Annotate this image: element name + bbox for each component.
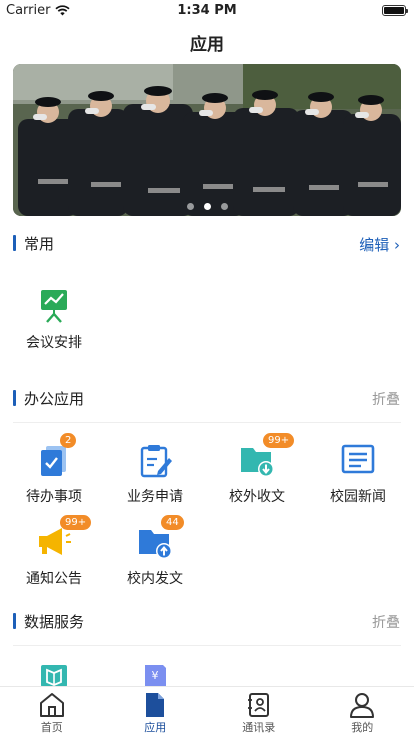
banner-image <box>13 64 401 216</box>
data-section-header: 数据服务 折叠 <box>0 611 414 633</box>
office-section-title: 办公应用 <box>24 390 85 408</box>
tab-profile[interactable]: 我的 <box>311 687 414 736</box>
battery-fill <box>384 7 404 14</box>
internal-documents-badge: 44 <box>161 515 184 530</box>
section-marker <box>13 390 16 406</box>
app-label: 业务申请 <box>127 489 183 505</box>
meeting-board-icon <box>36 288 72 324</box>
divider <box>13 645 401 646</box>
tab-bar: 首页 应用 通讯录 我的 <box>0 686 414 736</box>
app-label: 通知公告 <box>26 571 82 587</box>
status-bar: Carrier 1:34 PM <box>0 0 414 22</box>
banner-carousel[interactable] <box>13 64 401 216</box>
home-icon <box>39 692 65 718</box>
profile-icon <box>349 692 375 718</box>
app-label: 会议安排 <box>26 335 82 351</box>
tab-label: 应用 <box>144 721 167 734</box>
app-label: 校内发文 <box>127 571 183 587</box>
battery-icon <box>382 5 408 16</box>
todo-icon: 2 <box>36 433 77 478</box>
apps-icon <box>142 692 168 718</box>
section-marker <box>13 613 16 629</box>
carousel-dot[interactable] <box>203 203 211 210</box>
carousel-dot[interactable] <box>186 203 194 210</box>
contacts-icon <box>246 692 272 718</box>
clipboard-edit-icon <box>137 442 173 478</box>
app-campus-news[interactable]: 校园新闻 <box>313 442 403 506</box>
tab-apps[interactable]: 应用 <box>104 687 208 736</box>
folder-upload-icon: 44 <box>137 515 184 560</box>
external-documents-badge: 99+ <box>263 433 295 448</box>
app-business-application[interactable]: 业务申请 <box>110 442 200 506</box>
office-section-header: 办公应用 折叠 <box>0 388 414 410</box>
app-meeting-schedule[interactable]: 会议安排 <box>9 288 99 352</box>
megaphone-icon: 99+ <box>36 515 92 560</box>
tab-label: 首页 <box>40 721 63 734</box>
svg-text:¥: ¥ <box>152 669 159 682</box>
tab-label: 我的 <box>351 721 374 734</box>
page-title: 应用 <box>190 35 224 55</box>
app-internal-documents[interactable]: 44 校内发文 <box>110 515 200 588</box>
section-marker <box>13 235 16 251</box>
common-section-header: 常用 编辑 › <box>0 233 414 255</box>
folder-download-icon: 99+ <box>239 433 295 478</box>
todo-badge: 2 <box>60 433 77 448</box>
news-icon <box>340 442 376 478</box>
tab-contacts[interactable]: 通讯录 <box>207 687 311 736</box>
office-collapse-button[interactable]: 折叠 <box>372 389 400 409</box>
common-section-title: 常用 <box>24 235 55 253</box>
data-section-title: 数据服务 <box>24 613 85 631</box>
app-label: 校外收文 <box>229 489 285 505</box>
status-time: 1:34 PM <box>177 3 237 18</box>
tab-home[interactable]: 首页 <box>0 687 104 736</box>
data-collapse-button[interactable]: 折叠 <box>372 612 400 632</box>
app-notices[interactable]: 99+ 通知公告 <box>9 515 99 588</box>
carousel-dots[interactable] <box>13 203 401 210</box>
app-label: 校园新闻 <box>330 489 386 505</box>
notices-badge: 99+ <box>60 515 92 530</box>
app-external-documents[interactable]: 99+ 校外收文 <box>212 433 302 506</box>
divider <box>13 422 401 423</box>
tab-label: 通讯录 <box>242 721 276 734</box>
app-label: 待办事项 <box>26 489 82 505</box>
carousel-dot[interactable] <box>220 203 228 210</box>
edit-button[interactable]: 编辑 › <box>359 234 400 255</box>
app-todo[interactable]: 2 待办事项 <box>9 433 99 506</box>
